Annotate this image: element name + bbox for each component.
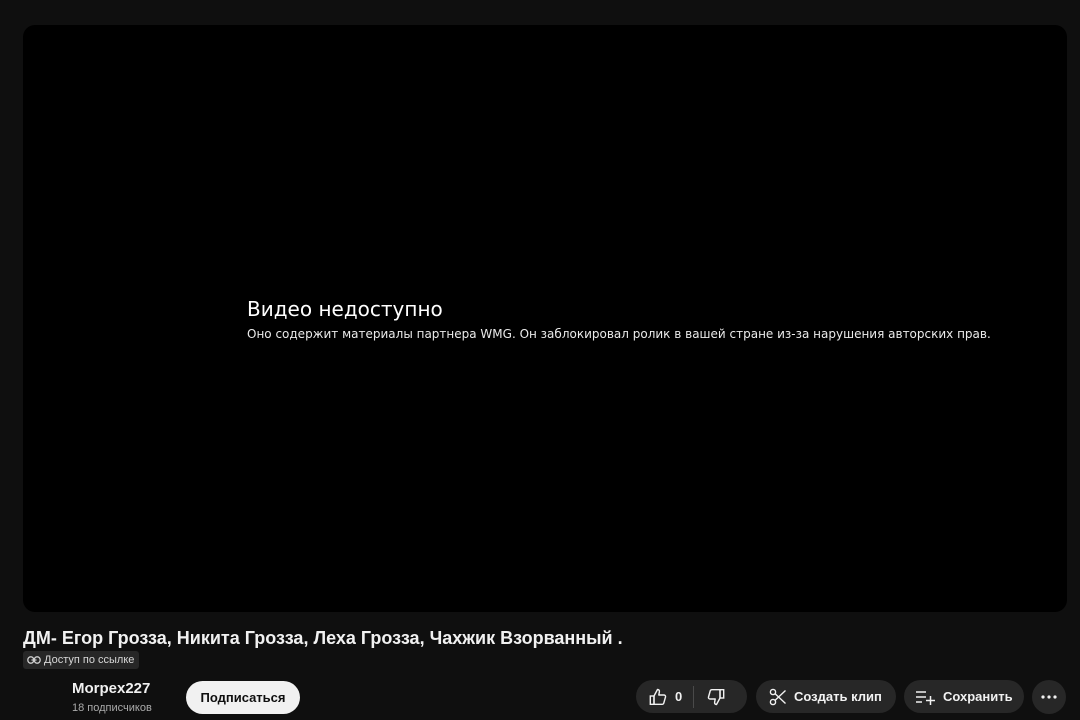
save-label: Сохранить [943,689,1013,704]
like-count: 0 [675,689,683,704]
more-horizontal-icon [1041,695,1057,699]
channel-name[interactable]: Morpex227 [72,680,152,698]
subscriber-count: 18 подписчиков [72,702,152,714]
unavailable-message: Видео недоступно Оно содержит материалы … [247,296,1047,342]
save-button[interactable]: Сохранить [904,680,1024,713]
unavailable-title: Видео недоступно [247,297,443,321]
scissors-icon [768,687,788,707]
like-dislike-group: 0 [636,680,747,713]
channel-info: Morpex227 18 подписчиков [72,680,152,715]
more-actions-button[interactable] [1032,680,1066,714]
like-button[interactable]: 0 [636,680,682,713]
create-clip-label: Создать клип [794,689,882,704]
playlist-add-icon [915,687,937,707]
unavailable-reason: Оно содержит материалы партнера WMG. Он … [247,327,991,341]
create-clip-button[interactable]: Создать клип [756,680,896,713]
dislike-button[interactable] [694,680,726,713]
video-title: ДМ- Егор Грозза, Никита Грозза, Леха Гро… [23,628,623,648]
access-badge: Доступ по ссылке [23,651,140,669]
thumbs-up-icon [648,687,668,707]
video-player[interactable]: Видео недоступно Оно содержит материалы … [23,25,1067,612]
access-label: Доступ по ссылке [44,654,135,666]
thumbs-down-icon [706,687,726,707]
link-icon [27,655,41,665]
subscribe-button[interactable]: Подписаться [186,681,300,714]
